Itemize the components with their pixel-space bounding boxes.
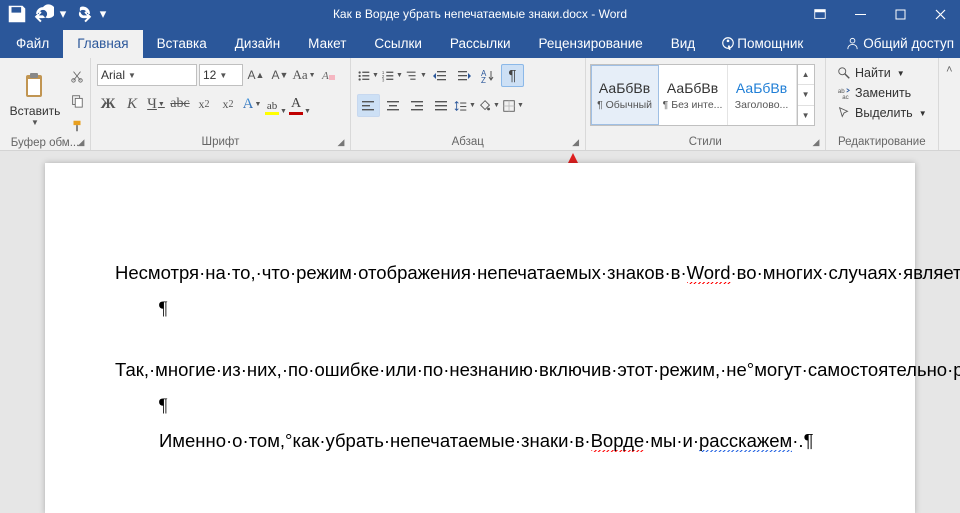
italic-button[interactable]: К (121, 93, 143, 115)
ribbon: Вставить ▼ Буфер обм... ◢ Arial▼ 12▼ A▲ (0, 58, 960, 151)
svg-text:Z: Z (481, 76, 486, 84)
select-button[interactable]: Выделить▼ (833, 105, 931, 121)
tab-insert[interactable]: Вставка (143, 30, 221, 58)
tell-me-input[interactable]: Помощник (721, 36, 803, 51)
grow-font-button[interactable]: A▲ (245, 64, 267, 86)
paragraph-empty-1: ¶ (115, 295, 845, 323)
group-clipboard: Вставить ▼ Буфер обм... ◢ (0, 58, 91, 150)
styles-launcher[interactable]: ◢ (809, 135, 823, 149)
font-color-button[interactable]: A▼ (289, 93, 311, 115)
replace-icon: abac (837, 86, 851, 100)
group-styles: АаБбВв ¶ Обычный АаБбВв ¶ Без инте... Аа… (586, 58, 826, 150)
borders-button[interactable]: ▼ (502, 95, 524, 117)
undo-button[interactable] (32, 3, 54, 25)
style-no-spacing[interactable]: АаБбВв ¶ Без инте... (659, 65, 728, 125)
paste-button[interactable]: Вставить ▼ (4, 61, 66, 137)
text-effects-button[interactable]: A▼ (241, 93, 263, 115)
change-case-button[interactable]: Aa▼ (293, 64, 315, 86)
tab-references[interactable]: Ссылки (360, 30, 436, 58)
qat-customize[interactable]: ▾ (98, 3, 108, 25)
strikethrough-button[interactable]: abc (169, 93, 191, 115)
highlight-color-button[interactable]: ab▼ (265, 93, 287, 115)
justify-button[interactable] (430, 95, 452, 117)
increase-indent-button[interactable] (453, 65, 475, 87)
paste-icon (19, 71, 51, 103)
find-icon (837, 66, 851, 80)
styles-scroll-down[interactable]: ▼ (798, 85, 814, 105)
replace-button[interactable]: abac Заменить (833, 85, 931, 101)
font-size-combo[interactable]: 12▼ (199, 64, 243, 86)
copy-button[interactable] (66, 90, 88, 112)
cut-button[interactable] (66, 65, 88, 87)
line-spacing-button[interactable]: ▼ (454, 95, 476, 117)
clear-formatting-button[interactable]: A (317, 64, 339, 86)
underline-button[interactable]: Ч▼ (145, 93, 167, 115)
ribbon-tabs: Файл Главная Вставка Дизайн Макет Ссылки… (0, 28, 960, 58)
bold-button[interactable]: Ж (97, 93, 119, 115)
subscript-button[interactable]: x2 (193, 93, 215, 115)
find-button[interactable]: Найти▼ (833, 65, 931, 81)
shading-button[interactable]: ▼ (478, 95, 500, 117)
paragraph-empty-2: ¶ (115, 392, 845, 420)
tab-file[interactable]: Файл (2, 30, 63, 58)
styles-more[interactable]: ▼ (798, 106, 814, 125)
numbering-button[interactable]: 123▼ (381, 65, 403, 87)
styles-gallery: АаБбВв ¶ Обычный АаБбВв ¶ Без инте... Аа… (590, 64, 815, 126)
align-center-button[interactable] (382, 95, 404, 117)
maximize-button[interactable] (880, 0, 920, 28)
ribbon-display-options[interactable] (800, 0, 840, 28)
style-heading1[interactable]: АаБбВв Заголово... (728, 65, 797, 125)
titlebar: ▾ ▾ Как в Ворде убрать непечатаемые знак… (0, 0, 960, 28)
quick-access-toolbar: ▾ ▾ (0, 3, 108, 25)
shrink-font-button[interactable]: A▼ (269, 64, 291, 86)
svg-text:ac: ac (842, 94, 848, 100)
decrease-indent-button[interactable] (429, 65, 451, 87)
redo-button[interactable] (72, 3, 94, 25)
minimize-button[interactable] (840, 0, 880, 28)
format-painter-button[interactable] (66, 115, 88, 137)
multilevel-list-button[interactable]: ▼ (405, 65, 427, 87)
clipboard-launcher[interactable]: ◢ (74, 135, 88, 149)
tab-home[interactable]: Главная (63, 30, 142, 58)
paragraph-3: Именно·о·том,°как·убрать·непечатаемые·зн… (115, 428, 845, 455)
document-name: Как в Ворде убрать непечатаемые знаки.do… (333, 7, 588, 21)
font-launcher[interactable]: ◢ (334, 135, 348, 149)
paragraph-1: Несмотря·на·то,·что·режим·отображения·не… (115, 233, 845, 287)
group-font: Arial▼ 12▼ A▲ A▼ Aa▼ A Ж К Ч▼ abc x2 x2 … (91, 58, 351, 150)
app-name: Word (599, 7, 627, 21)
tab-review[interactable]: Рецензирование (525, 30, 657, 58)
superscript-button[interactable]: x2 (217, 93, 239, 115)
group-editing: Найти▼ abac Заменить Выделить▼ Редактиро… (826, 58, 939, 150)
font-name-combo[interactable]: Arial▼ (97, 64, 197, 86)
bullets-button[interactable]: ▼ (357, 65, 379, 87)
save-button[interactable] (6, 3, 28, 25)
page: Несмотря·на·то,·что·режим·отображения·не… (45, 163, 915, 513)
group-paragraph: ▼ 123▼ ▼ AZ ¶ ▼ ▼ ▼ Абзац ◢ (351, 58, 586, 150)
styles-scroll-up[interactable]: ▲ (798, 65, 814, 85)
tab-view[interactable]: Вид (657, 30, 709, 58)
show-paragraph-marks-button[interactable]: ¶ (501, 64, 524, 87)
align-left-button[interactable] (357, 94, 380, 117)
paragraph-2: Так,·многие·из·них,·по·ошибке·или·по·нез… (115, 330, 845, 384)
svg-text:A: A (321, 70, 329, 82)
paragraph-launcher[interactable]: ◢ (569, 135, 583, 149)
style-normal[interactable]: АаБбВв ¶ Обычный (591, 65, 659, 125)
collapse-ribbon-button[interactable]: ˄ (939, 58, 960, 150)
share-button[interactable]: Общий доступ (845, 36, 954, 51)
close-button[interactable] (920, 0, 960, 28)
align-right-button[interactable] (406, 95, 428, 117)
svg-text:3: 3 (382, 77, 385, 82)
select-icon (837, 106, 851, 120)
sort-button[interactable]: AZ (477, 65, 499, 87)
window-controls (800, 0, 960, 28)
tab-mailings[interactable]: Рассылки (436, 30, 525, 58)
tab-design[interactable]: Дизайн (221, 30, 294, 58)
undo-dropdown[interactable]: ▾ (58, 3, 68, 25)
tab-layout[interactable]: Макет (294, 30, 360, 58)
document-area[interactable]: Несмотря·на·то,·что·режим·отображения·не… (0, 151, 960, 513)
